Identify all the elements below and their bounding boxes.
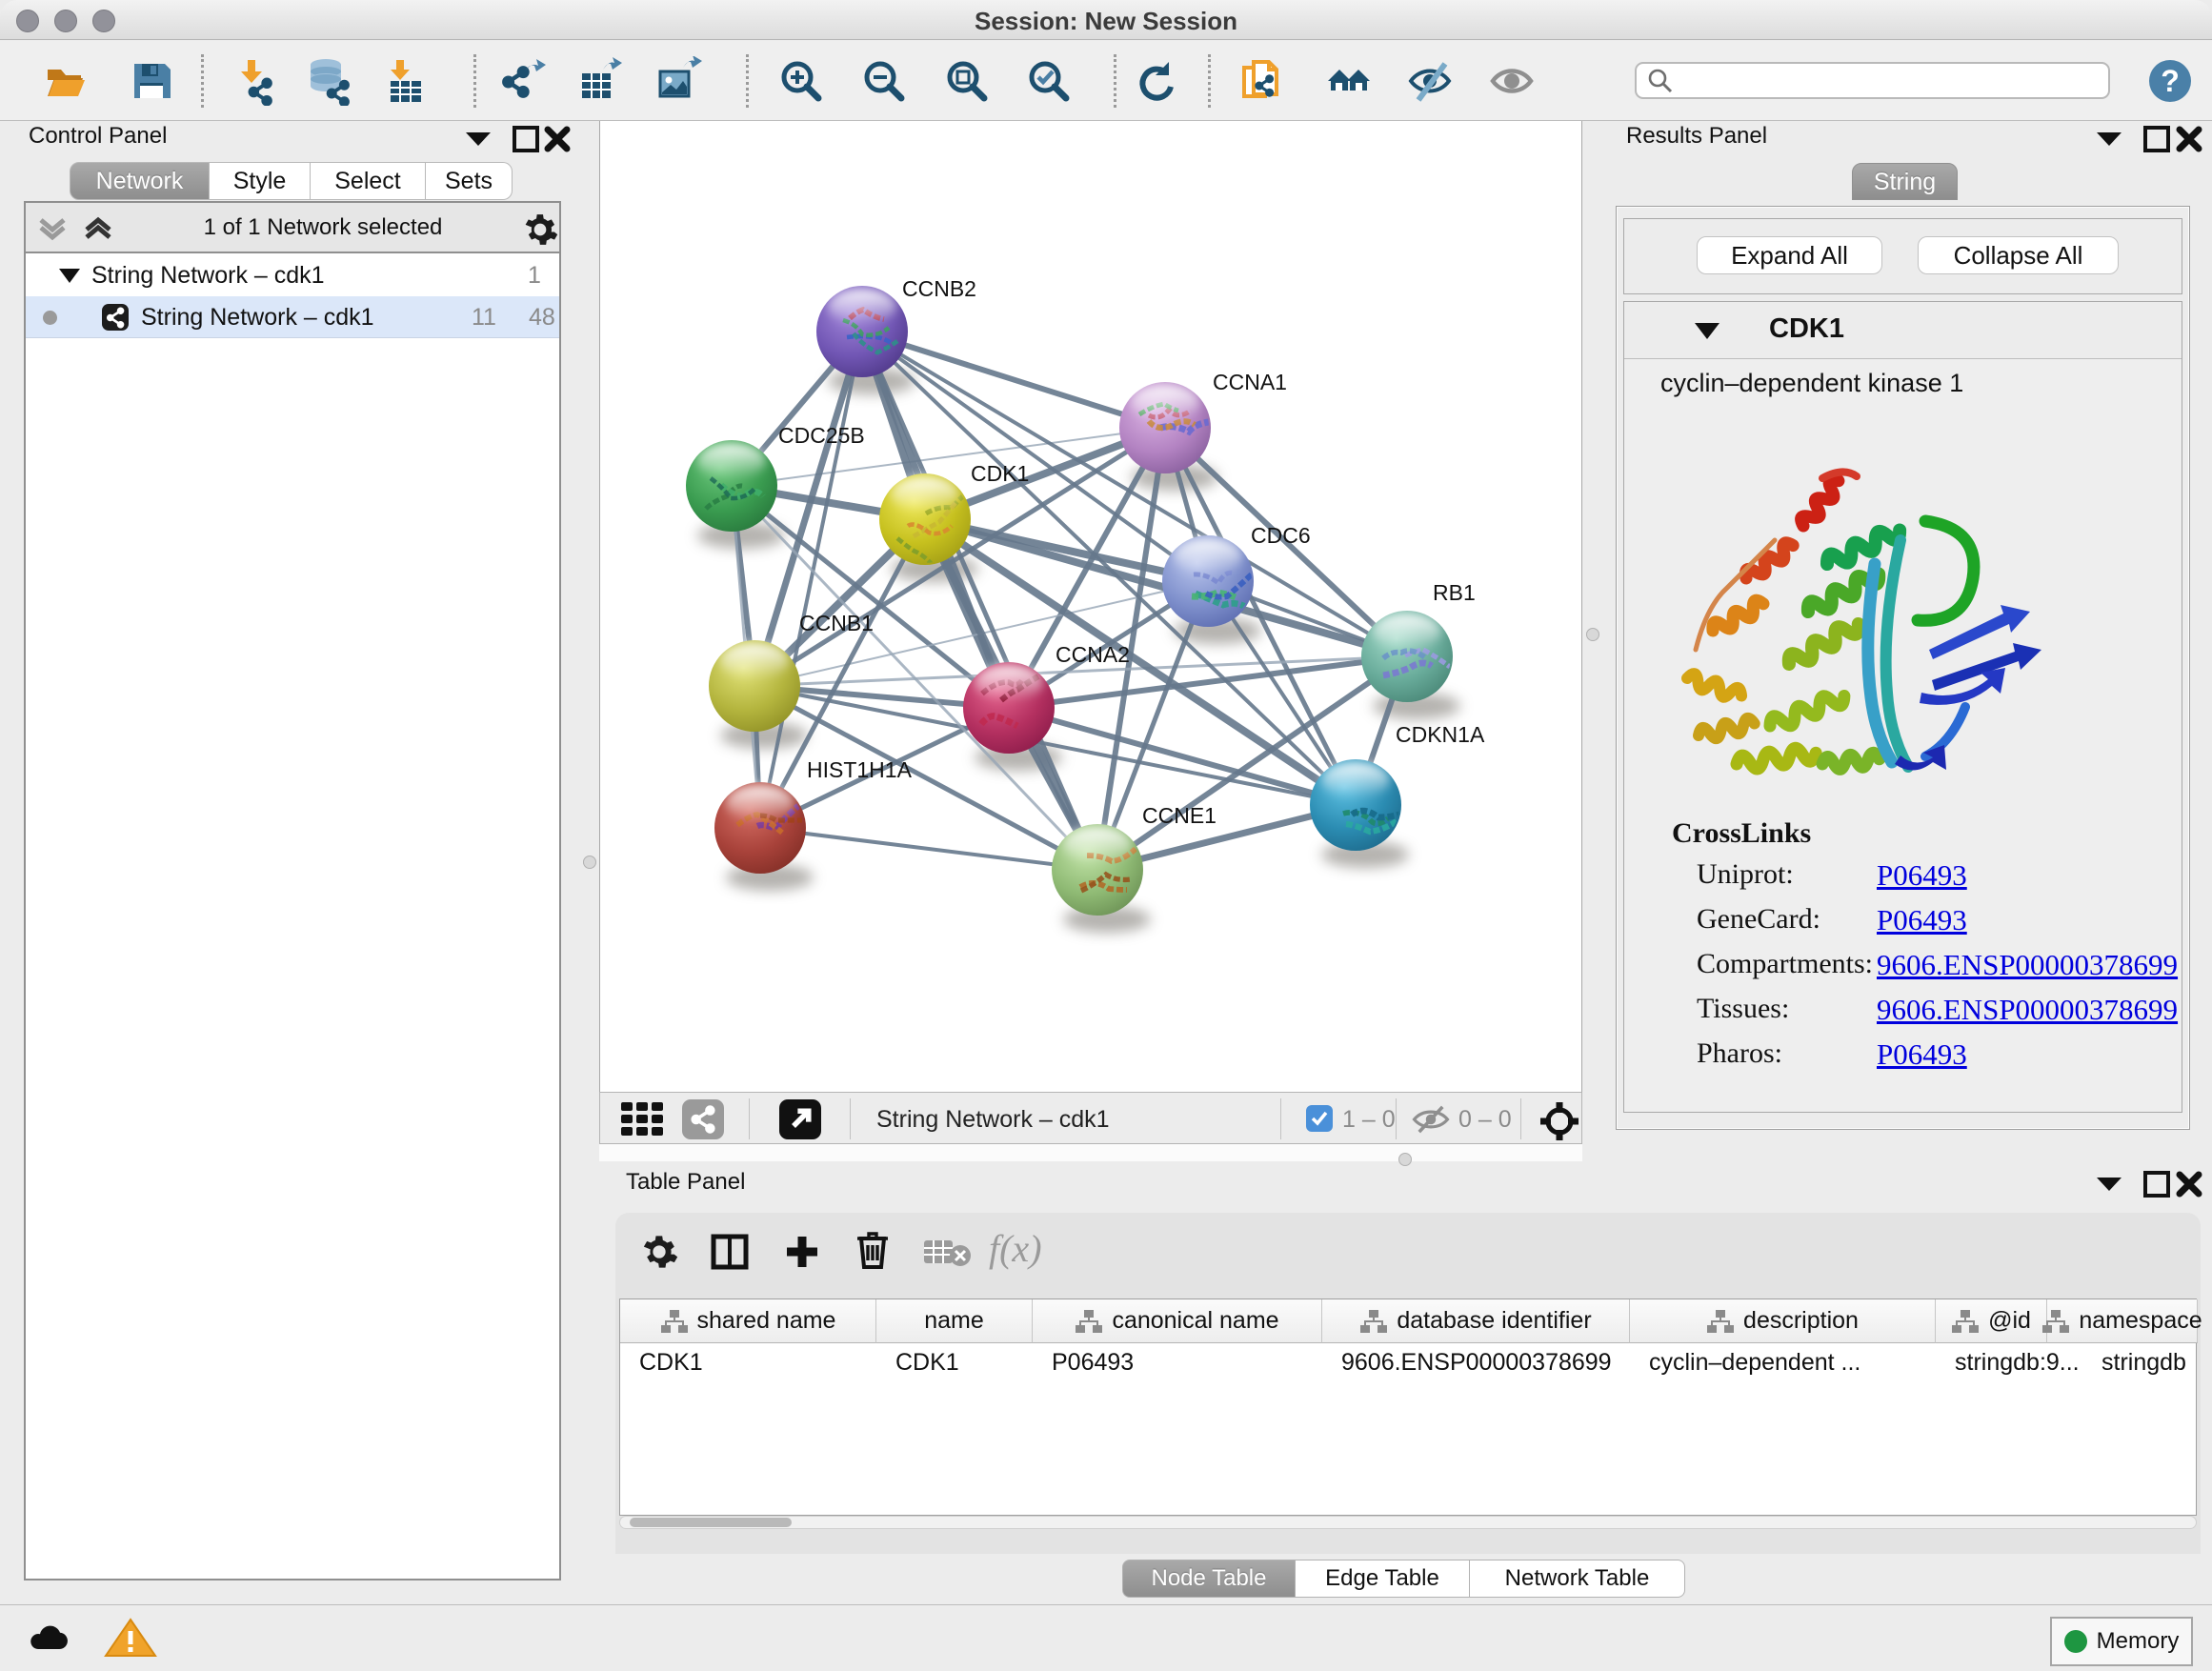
svg-text:CCNA1: CCNA1 <box>1213 370 1287 394</box>
svg-text:CCNB2: CCNB2 <box>902 276 976 301</box>
svg-text:CCNE1: CCNE1 <box>1142 803 1217 828</box>
svg-text:CCNB1: CCNB1 <box>799 611 874 635</box>
svg-text:CDC25B: CDC25B <box>778 423 865 448</box>
svg-text:CDKN1A: CDKN1A <box>1396 722 1485 747</box>
svg-text:CDK1: CDK1 <box>971 461 1029 486</box>
svg-text:RB1: RB1 <box>1433 580 1476 605</box>
svg-text:CDC6: CDC6 <box>1251 523 1311 548</box>
svg-text:CCNA2: CCNA2 <box>1056 642 1130 667</box>
svg-text:HIST1H1A: HIST1H1A <box>807 757 913 782</box>
